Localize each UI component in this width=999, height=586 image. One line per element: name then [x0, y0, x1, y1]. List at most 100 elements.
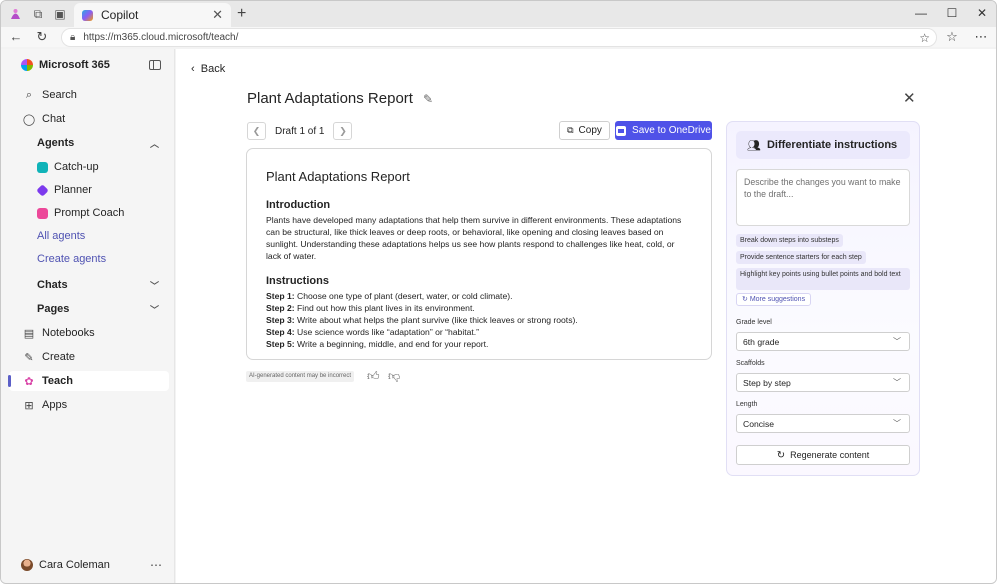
- url-bar[interactable]: 🔒︎ https://m365.cloud.microsoft/teach/ ☆: [61, 28, 937, 47]
- save-to-onedrive-button[interactable]: Save to OneDrive: [615, 121, 712, 140]
- prompt-coach-agent-icon: [37, 207, 48, 219]
- chevron-up-icon[interactable]: ︿: [150, 137, 159, 150]
- chevron-down-icon: ﹀: [893, 378, 901, 387]
- previous-draft-button[interactable]: ❮: [247, 122, 266, 140]
- chevron-down-icon[interactable]: ﹀: [150, 279, 159, 292]
- notebook-icon: ▤: [23, 327, 35, 340]
- grade-level-select[interactable]: 6th grade ﹀: [736, 332, 910, 351]
- sidebar-item-apps[interactable]: ⊞ Apps: [1, 395, 175, 415]
- scaffolds-select[interactable]: Step by step ﹀: [736, 373, 910, 392]
- thumbs-up-icon[interactable]: 👍︎: [367, 369, 380, 384]
- browser-window: ⧉ ▣ Copilot ✕ + — ☐ ✕ ← ↻ 🔒︎ https://m36…: [0, 0, 997, 584]
- instructions-heading: Instructions: [266, 275, 329, 287]
- close-icon[interactable]: ✕: [903, 89, 916, 107]
- changes-input[interactable]: Describe the changes you want to make to…: [736, 169, 910, 226]
- create-icon: ✎: [24, 351, 34, 364]
- chat-icon: ◯: [22, 113, 36, 126]
- scaffolds-label: Scaffolds: [736, 360, 765, 367]
- sidebar-item-notebooks[interactable]: ▤ Notebooks: [1, 323, 175, 343]
- page-title: Plant Adaptations Report ✎: [247, 90, 433, 107]
- close-tab-icon[interactable]: ✕: [212, 7, 223, 23]
- panel-heading: Differentiate instructions: [766, 139, 898, 151]
- tab-actions-icon[interactable]: ▣: [52, 6, 68, 22]
- minimize-icon[interactable]: —: [913, 6, 929, 20]
- apps-grid-icon: ⊞: [24, 399, 34, 412]
- refresh-icon: ↻: [742, 296, 748, 303]
- sidebar-section-pages[interactable]: Pages ﹀: [1, 299, 175, 319]
- edit-pencil-icon[interactable]: ✎: [423, 92, 433, 106]
- url-text[interactable]: https://m365.cloud.microsoft/teach/: [83, 32, 919, 43]
- sidebar-section-agents[interactable]: Agents ︿: [1, 133, 175, 153]
- new-tab-icon[interactable]: +: [237, 5, 246, 23]
- length-select[interactable]: Concise ﹀: [736, 414, 910, 433]
- sidebar-section-label: Agents: [37, 137, 75, 149]
- all-agents-link[interactable]: All agents: [1, 226, 175, 246]
- next-draft-button[interactable]: ❯: [333, 122, 353, 140]
- favorite-star-icon[interactable]: ☆: [919, 31, 930, 45]
- tab-title: Copilot: [101, 8, 139, 22]
- copilot-favicon-icon: [82, 9, 93, 21]
- back-arrow-icon[interactable]: ←: [8, 29, 24, 44]
- regenerate-label: Regenerate content: [790, 450, 870, 460]
- sidebar-item-chat[interactable]: ◯ Chat: [1, 109, 175, 129]
- differentiate-dropdown[interactable]: 👥︎ Differentiate instructions ﹀: [736, 131, 910, 159]
- refresh-icon[interactable]: ↻: [34, 29, 50, 45]
- profile-icon[interactable]: [7, 6, 23, 22]
- workspaces-icon[interactable]: ⧉: [30, 6, 46, 22]
- brand: Microsoft 365: [21, 59, 110, 71]
- sidebar: Microsoft 365 ⌕ Search ◯ Chat Agents ︿ C…: [1, 49, 175, 583]
- sidebar-item-planner[interactable]: Planner: [1, 180, 175, 200]
- sidebar-item-label: Notebooks: [42, 327, 95, 339]
- sidebar-item-teach[interactable]: ✿ Teach: [8, 371, 169, 391]
- document-card[interactable]: Plant Adaptations Report Introduction Pl…: [246, 148, 712, 360]
- sidebar-item-label: Prompt Coach: [54, 207, 125, 219]
- planner-agent-icon: [36, 183, 49, 197]
- brand-name: Microsoft 365: [39, 59, 110, 71]
- differentiate-panel: 👥︎ Differentiate instructions ﹀ Describe…: [726, 121, 920, 476]
- maximize-icon[interactable]: ☐: [944, 6, 960, 20]
- create-agents-link[interactable]: Create agents: [1, 249, 175, 269]
- chevron-down-icon[interactable]: ﹀: [150, 303, 159, 316]
- save-icon: [616, 125, 627, 136]
- user-profile[interactable]: Cara Coleman ⋯: [21, 558, 162, 572]
- sidebar-item-prompt-coach[interactable]: Prompt Coach: [1, 203, 175, 223]
- tab-copilot[interactable]: Copilot ✕: [74, 3, 231, 27]
- back-link[interactable]: ‹ Back: [191, 63, 225, 75]
- copy-label: Copy: [578, 125, 602, 136]
- introduction-text: Plants have developed many adaptations t…: [266, 215, 682, 261]
- regenerate-content-button[interactable]: ↻ Regenerate content: [736, 445, 910, 465]
- suggestion-chip[interactable]: Break down steps into substeps: [736, 234, 843, 247]
- length-value: Concise: [743, 418, 775, 429]
- menu-more-icon[interactable]: ⋯: [973, 29, 989, 45]
- suggestion-chip[interactable]: Provide sentence starters for each step: [736, 251, 866, 264]
- length-label: Length: [736, 401, 758, 408]
- close-window-icon[interactable]: ✕: [974, 6, 990, 20]
- more-options-icon[interactable]: ⋯: [150, 558, 162, 572]
- save-label: Save to OneDrive: [632, 125, 711, 136]
- thumbs-down-icon[interactable]: 👎︎: [388, 369, 400, 384]
- sidebar-section-chats[interactable]: Chats ﹀: [1, 275, 175, 295]
- sidebar-item-label: Apps: [42, 399, 68, 411]
- address-bar-row: ← ↻ 🔒︎ https://m365.cloud.microsoft/teac…: [1, 27, 996, 47]
- sidebar-item-catch-up[interactable]: Catch-up: [1, 157, 175, 177]
- sidebar-section-label: Pages: [37, 303, 70, 315]
- m365-logo-icon: [21, 59, 33, 71]
- sidebar-item-create[interactable]: ✎ Create: [1, 347, 175, 367]
- draft-label: Draft 1 of 1: [275, 125, 325, 137]
- sidebar-item-search[interactable]: ⌕ Search: [1, 85, 175, 105]
- favorites-icon[interactable]: ☆: [944, 29, 960, 45]
- instruction-step: Step 2: Find out how this plant lives in…: [266, 303, 475, 313]
- suggestion-chip[interactable]: Highlight key points using bullet points…: [736, 268, 910, 290]
- avatar: [21, 559, 33, 571]
- chevron-left-icon: ‹: [191, 63, 195, 75]
- catch-up-agent-icon: [37, 161, 48, 173]
- sidebar-item-label: Planner: [54, 184, 92, 196]
- more-suggestions-button[interactable]: ↻ More suggestions: [736, 293, 812, 306]
- back-label: Back: [200, 63, 226, 75]
- copy-button[interactable]: ⧉ Copy: [559, 121, 610, 140]
- sidebar-toggle-icon[interactable]: [149, 60, 161, 70]
- draft-pager: ❮ Draft 1 of 1 ❯: [247, 122, 353, 140]
- sidebar-item-label: Catch-up: [54, 161, 99, 173]
- site-info-icon[interactable]: 🔒︎: [70, 32, 75, 43]
- regenerate-icon: ↻: [776, 449, 786, 461]
